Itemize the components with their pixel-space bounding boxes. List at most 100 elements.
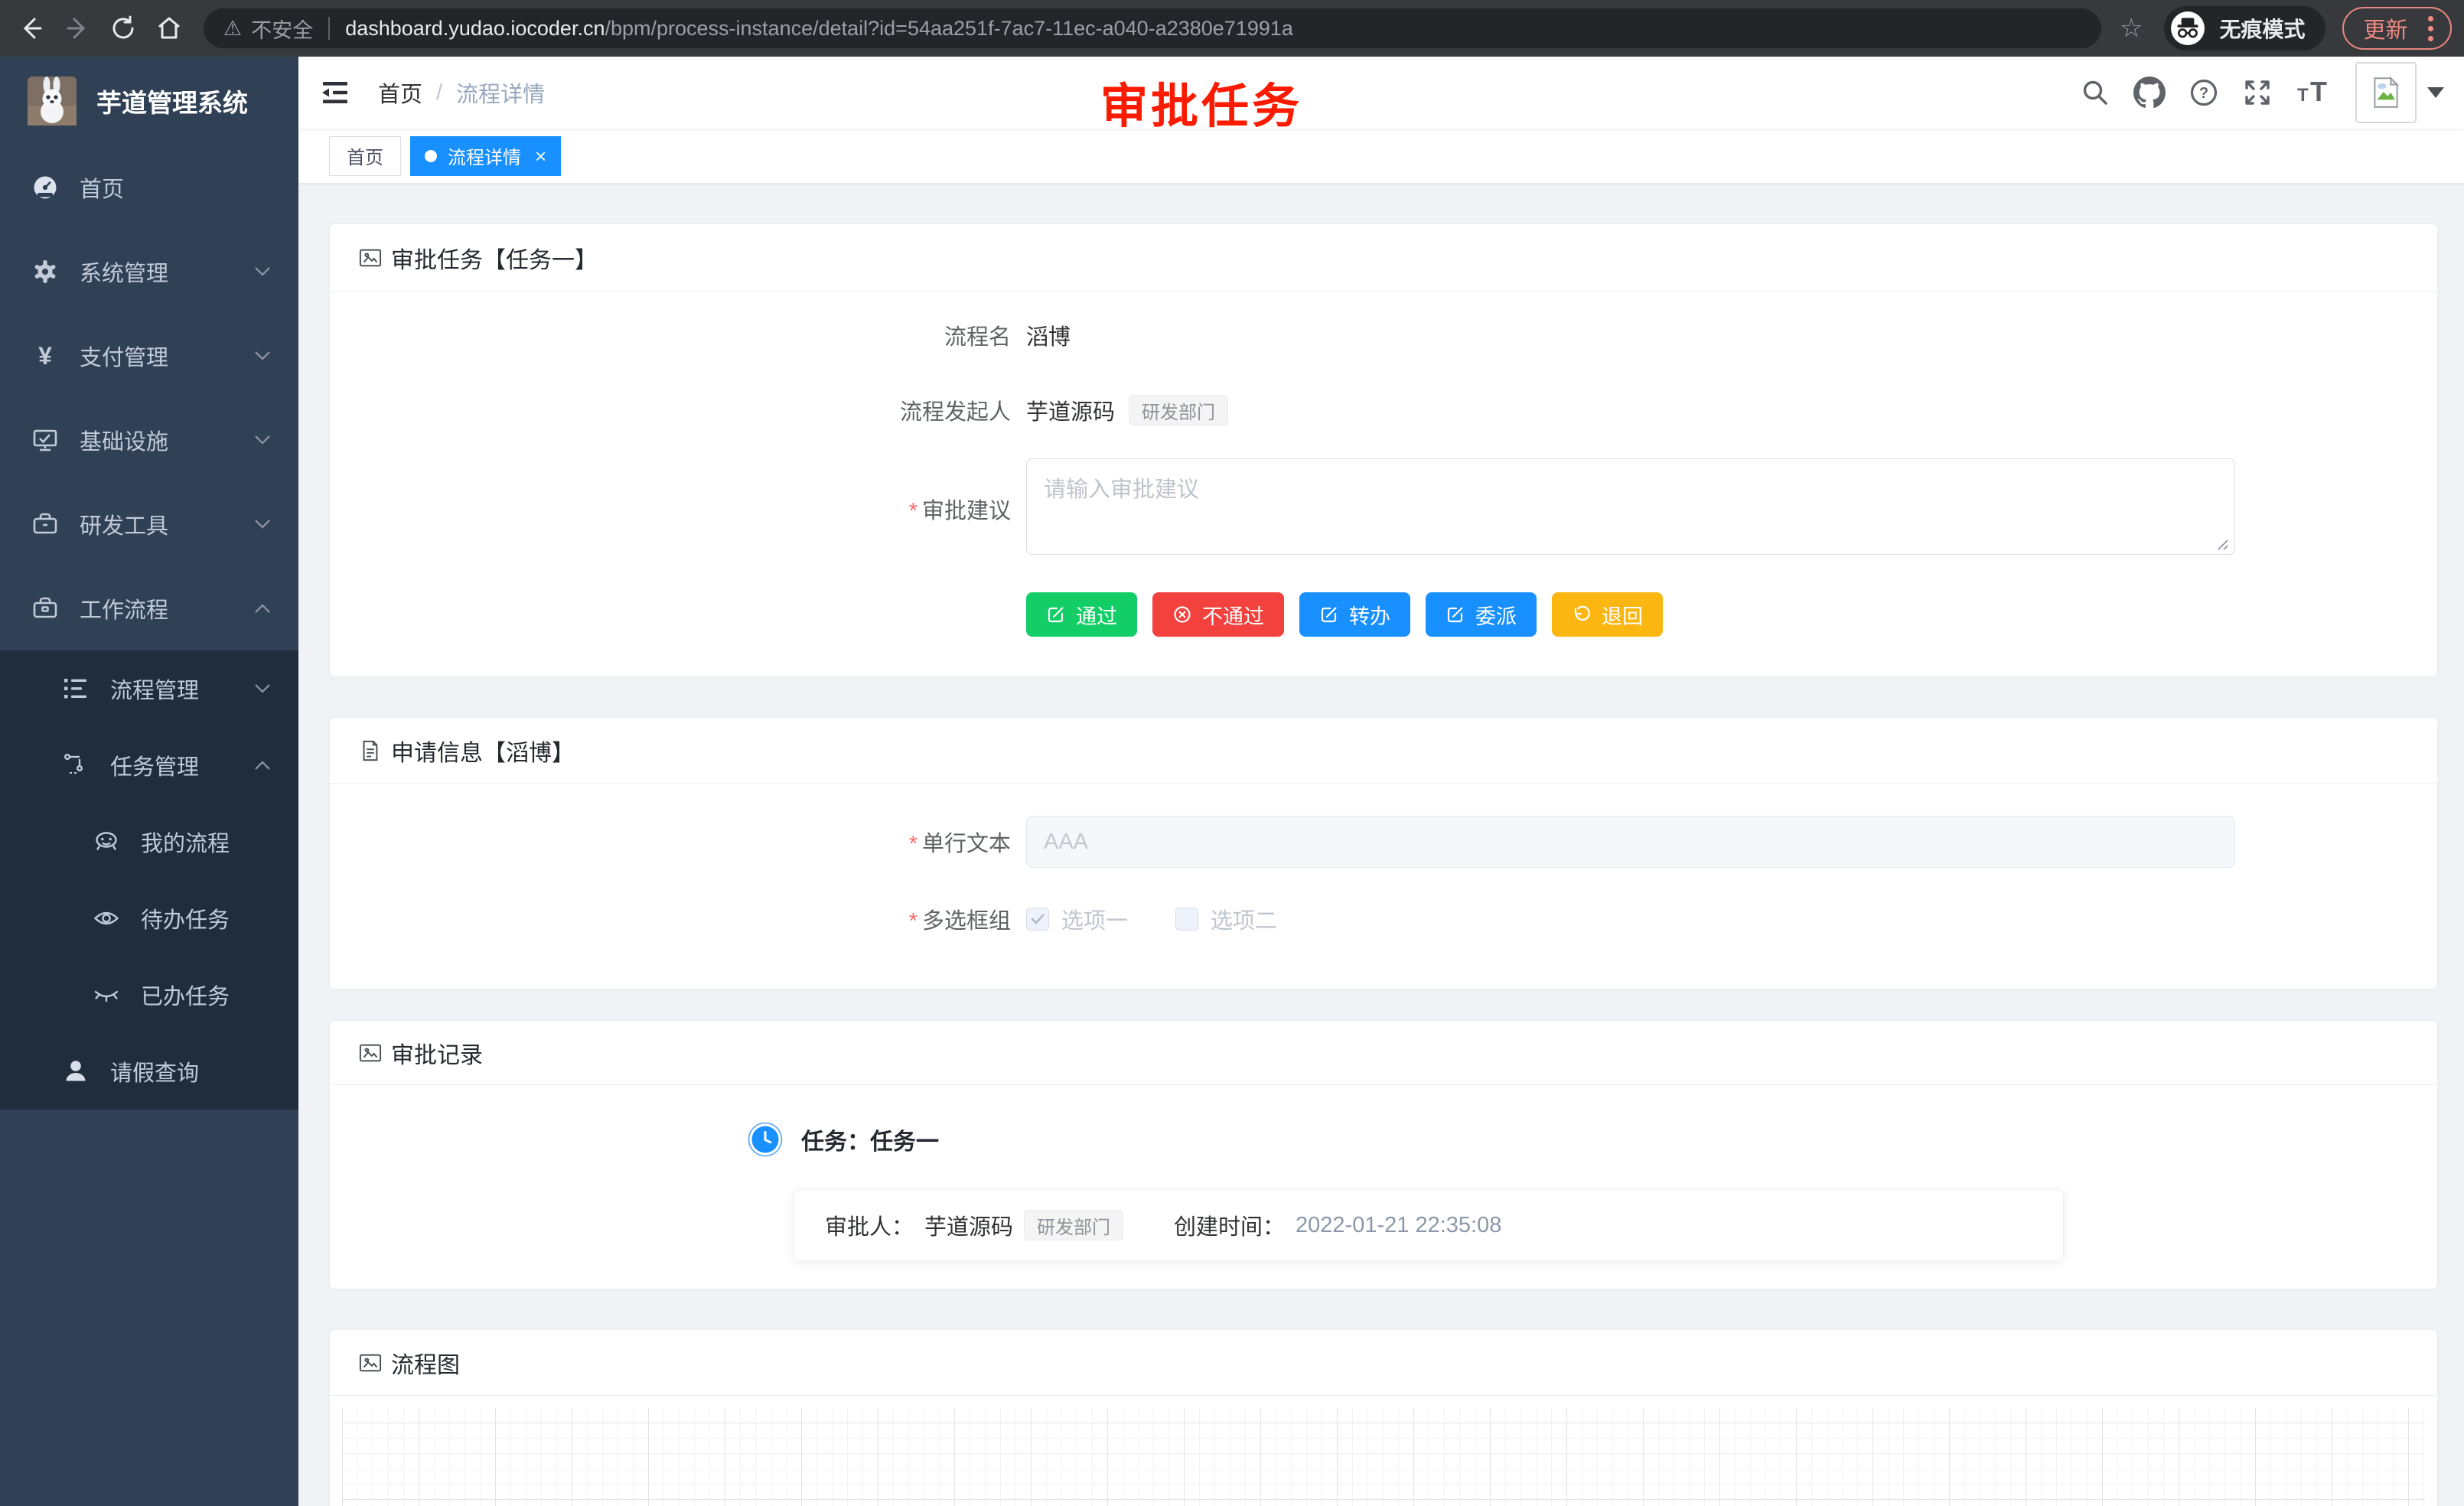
chevron-down-icon	[254, 266, 271, 277]
sidebar-item-workflow[interactable]: 工作流程	[0, 566, 298, 650]
browser-home-icon[interactable]	[155, 14, 184, 43]
chevron-down-icon	[254, 519, 271, 530]
yen-icon: ¥	[31, 343, 60, 369]
chevron-down-icon	[254, 350, 271, 361]
tab-label: 流程详情	[448, 142, 521, 169]
chevron-down-icon	[254, 683, 271, 694]
approve-button[interactable]: 通过	[1026, 592, 1137, 637]
sidebar-item-done-tasks[interactable]: 已办任务	[0, 957, 298, 1033]
delegate-button[interactable]: 委派	[1426, 592, 1537, 637]
search-icon[interactable]	[2080, 77, 2110, 108]
text-field-row: *单行文本	[330, 816, 2437, 868]
incognito-badge: 无痕模式	[2164, 6, 2325, 51]
svg-text:?: ?	[2199, 85, 2208, 102]
tab-home[interactable]: 首页	[329, 136, 401, 176]
sidebar-item-label: 首页	[80, 171, 124, 204]
sidebar-item-label: 研发工具	[80, 508, 168, 540]
opinion-label: *审批建议	[330, 493, 1011, 525]
app-title: 芋道管理系统	[96, 83, 248, 119]
chevron-down-icon	[254, 435, 271, 445]
sidebar-item-process-mgmt[interactable]: 流程管理	[0, 650, 298, 727]
tab-process-detail[interactable]: 流程详情 ×	[410, 136, 561, 176]
incognito-label: 无痕模式	[2219, 13, 2305, 44]
process-name-label: 流程名	[330, 319, 1011, 351]
tab-label: 首页	[347, 142, 383, 169]
page-content: 审批任务【任务一】 流程名 滔博 流程发起人 芋道源码 研发部门	[298, 184, 2464, 1506]
user-icon	[61, 1058, 90, 1085]
top-navbar: 首页 / 流程详情 审批任务 ? TT	[298, 57, 2464, 129]
tags-view-bar: 首页 流程详情 ×	[298, 129, 2464, 184]
help-icon[interactable]: ?	[2189, 77, 2219, 108]
process-name-row: 流程名 滔博	[330, 319, 2437, 351]
red-annotation-text: 审批任务	[1100, 67, 1302, 136]
sidebar-item-infrastructure[interactable]: 基础设施	[0, 398, 298, 482]
approver-label: 审批人：	[825, 1209, 914, 1241]
edit-icon	[1445, 605, 1465, 624]
opinion-textarea-wrap	[1026, 458, 2235, 559]
url-path: /bpm/process-instance/detail?id=54aa251f…	[605, 17, 1292, 41]
eye-closed-icon	[92, 981, 121, 1009]
checkbox-group-label: *多选框组	[330, 903, 1011, 935]
list-tree-icon	[61, 676, 90, 702]
svg-text:¥: ¥	[38, 343, 52, 369]
approve-record-card-header: 审批记录	[330, 1021, 2437, 1085]
create-time-value: 2022-01-21 22:35:08	[1296, 1213, 1501, 1238]
approve-task-card-header: 审批任务【任务一】	[330, 224, 2437, 292]
update-label: 更新	[2364, 12, 2408, 44]
approve-task-card-body: 流程名 滔博 流程发起人 芋道源码 研发部门 *审批建议	[330, 292, 2437, 676]
fullscreen-icon[interactable]	[2242, 77, 2273, 108]
breadcrumb-current: 流程详情	[456, 77, 545, 109]
approval-actions: 通过 不通过 转办 委派	[1026, 592, 2437, 637]
document-icon	[359, 739, 382, 762]
sidebar-collapse-icon[interactable]	[320, 80, 350, 106]
sidebar-item-task-mgmt[interactable]: 任务管理	[0, 727, 298, 804]
toolbox-icon	[31, 510, 60, 538]
dashboard-icon	[31, 174, 60, 201]
picture-icon	[359, 1041, 382, 1064]
card-title: 审批记录	[391, 1036, 483, 1070]
picture-icon	[359, 1351, 382, 1374]
approver-dept-tag: 研发部门	[1024, 1210, 1123, 1240]
approver-group: 审批人： 芋道源码 研发部门	[825, 1209, 1123, 1241]
logo-rabbit-image	[28, 77, 77, 126]
sidebar-item-label: 流程管理	[110, 673, 199, 705]
approve-record-card: 审批记录 任务：任务一 审批人： 芋道源码 研发部门	[329, 1020, 2438, 1289]
breadcrumb-home[interactable]: 首页	[378, 77, 422, 109]
browser-menu-icon[interactable]	[2423, 16, 2438, 41]
sidebar-item-my-process[interactable]: 我的流程	[0, 804, 298, 880]
sidebar-item-label: 我的流程	[141, 826, 230, 858]
browser-back-icon[interactable]	[17, 14, 46, 43]
flow-diagram-card: 流程图	[329, 1329, 2438, 1506]
browser-update-button[interactable]: 更新	[2342, 7, 2452, 50]
sidebar-item-leave-query[interactable]: 请假查询	[0, 1033, 298, 1110]
bookmark-star-icon[interactable]: ☆	[2120, 13, 2143, 44]
undo-icon	[1572, 605, 1592, 624]
briefcase-icon	[31, 595, 60, 622]
sidebar-item-system[interactable]: 系统管理	[0, 230, 298, 314]
sidebar-logo[interactable]: 芋道管理系统	[0, 57, 298, 145]
bpmn-grid-canvas[interactable]	[342, 1408, 2425, 1506]
workflow-submenu: 流程管理 任务管理 我的流程 待办任务	[0, 650, 298, 1110]
avatar-dropdown-caret-icon[interactable]	[2427, 87, 2444, 98]
sidebar-item-dev-tools[interactable]: 研发工具	[0, 482, 298, 566]
single-line-text-input	[1026, 816, 2235, 868]
github-icon[interactable]	[2133, 77, 2166, 109]
close-tab-icon[interactable]: ×	[535, 146, 546, 166]
sidebar-item-todo-tasks[interactable]: 待办任务	[0, 880, 298, 957]
font-size-icon[interactable]: TT	[2296, 77, 2332, 108]
opinion-textarea[interactable]	[1026, 458, 2235, 555]
sidebar-item-label: 基础设施	[80, 424, 168, 456]
checkbox-checked-icon	[1026, 908, 1049, 931]
sidebar-item-payment[interactable]: ¥ 支付管理	[0, 314, 298, 398]
browser-reload-icon[interactable]	[109, 14, 138, 43]
transfer-button[interactable]: 转办	[1299, 592, 1410, 637]
reject-button[interactable]: 不通过	[1152, 592, 1284, 637]
address-bar[interactable]: ⚠ 不安全 dashboard.yudao.iocoder.cn/bpm/pro…	[204, 8, 2101, 48]
face-message-icon	[92, 828, 121, 856]
avatar[interactable]	[2355, 62, 2417, 123]
picture-icon	[359, 246, 382, 269]
return-button[interactable]: 退回	[1552, 592, 1663, 637]
browser-forward-icon[interactable]	[63, 14, 92, 43]
svg-text:T: T	[2297, 85, 2309, 106]
sidebar-item-home[interactable]: 首页	[0, 145, 298, 230]
